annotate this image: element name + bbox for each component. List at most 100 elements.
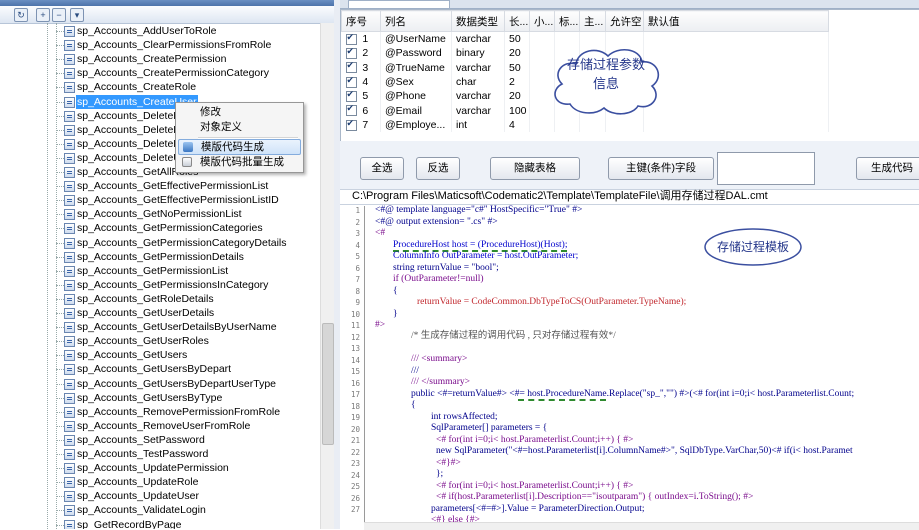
expand-icon[interactable]: + bbox=[36, 8, 50, 22]
table-row[interactable]: 7@Employe...int4 bbox=[341, 117, 829, 133]
menu-item-object-definition[interactable]: 对象定义 bbox=[178, 120, 299, 135]
hide-grid-button[interactable]: 隐藏表格 bbox=[490, 157, 580, 180]
row-cell: 7 bbox=[341, 118, 381, 133]
code-line: <# if(host.Parameterlist[i].Description=… bbox=[436, 492, 754, 502]
menu-item-label: 模版代码批量生成 bbox=[200, 156, 284, 168]
line-number: 3 bbox=[355, 229, 360, 238]
menu-item-batch-generate[interactable]: 模版代码批量生成 bbox=[178, 155, 299, 170]
code-line: <# for(int i=0;i< host.Parameterlist.Cou… bbox=[436, 435, 634, 445]
procedure-icon bbox=[64, 138, 75, 150]
procedure-icon bbox=[64, 167, 75, 178]
select-all-button[interactable]: 全选 bbox=[360, 157, 404, 180]
tree-item-label: sp_Accounts_GetUsersByDepartUserType bbox=[77, 377, 277, 390]
line-number: 12 bbox=[350, 332, 360, 342]
line-number: 4 bbox=[355, 240, 360, 250]
code-line: <#}#> bbox=[436, 458, 461, 468]
menu-item-edit[interactable]: 修改 bbox=[178, 105, 299, 120]
tree-item-label: sp_Accounts_RemoveUserFromRole bbox=[77, 419, 251, 432]
procedure-icon bbox=[64, 378, 75, 390]
row-checkbox[interactable] bbox=[345, 46, 357, 60]
fold-guide bbox=[364, 206, 365, 524]
cell-length: 50 bbox=[504, 31, 530, 47]
tree-item-label: sp_Accounts_GetUserRoles bbox=[77, 335, 209, 348]
tree-item-label: sp_Accounts_DeleteU bbox=[77, 151, 181, 164]
line-number: 9 bbox=[355, 298, 360, 307]
procedure-icon bbox=[64, 223, 75, 235]
generate-code-button[interactable]: 生成代码 bbox=[856, 157, 919, 180]
procedure-icon bbox=[64, 392, 75, 404]
tree-item-label: sp_Accounts_TestPassword bbox=[77, 448, 209, 460]
cell-name: @UserName bbox=[380, 31, 452, 47]
col-header[interactable]: 主... bbox=[579, 10, 606, 32]
key-field-button[interactable]: 主键(条件)字段 bbox=[608, 157, 714, 180]
cell-type: int bbox=[451, 117, 505, 133]
procedure-icon bbox=[64, 449, 75, 460]
tab-active[interactable] bbox=[348, 0, 450, 8]
code-line: ColumnInfo OutParameter = host.OutParame… bbox=[393, 251, 579, 261]
line-number: 6 bbox=[355, 263, 360, 273]
cell-length: 20 bbox=[504, 89, 530, 104]
tree-item-label: sp_Accounts_SetPassword bbox=[77, 433, 205, 446]
tree-item-label: sp_Accounts_RemovePermissionFromRole bbox=[77, 405, 281, 418]
cell-length: 100 bbox=[504, 103, 530, 118]
row-cell: 3 bbox=[341, 60, 381, 75]
line-number: 15 bbox=[350, 367, 360, 376]
error-underline bbox=[518, 399, 606, 401]
procedure-icon bbox=[64, 209, 75, 221]
procedure-icon bbox=[64, 322, 75, 334]
row-checkbox[interactable] bbox=[345, 60, 357, 74]
col-header[interactable]: 小... bbox=[529, 10, 555, 32]
cell-length: 2 bbox=[504, 74, 530, 90]
col-header[interactable]: 列名 bbox=[380, 10, 452, 32]
col-header[interactable]: 长... bbox=[504, 10, 530, 32]
row-cell: 4 bbox=[341, 75, 381, 90]
scroll-thumb[interactable] bbox=[322, 323, 334, 445]
col-header[interactable]: 序号 bbox=[341, 10, 381, 32]
col-header[interactable]: 标... bbox=[554, 10, 580, 32]
refresh-icon[interactable]: ↻ bbox=[14, 8, 28, 22]
row-checkbox[interactable] bbox=[345, 32, 357, 45]
collapse-icon[interactable]: − bbox=[52, 8, 66, 22]
line-number: 21 bbox=[350, 436, 360, 445]
row-cell: 5 bbox=[341, 89, 381, 104]
tree-item-label: sp_Accounts_GetUserDetails bbox=[77, 307, 215, 319]
invert-selection-button[interactable]: 反选 bbox=[416, 157, 460, 180]
code-line: parameters[<#=#>].Value = ParameterDirec… bbox=[431, 504, 645, 514]
cell-type: varchar bbox=[451, 103, 505, 118]
cell-name: @Sex bbox=[380, 74, 452, 90]
procedure-icon bbox=[64, 110, 75, 122]
tree-item-label: sp_Accounts_GetNoPermissionList bbox=[77, 208, 242, 221]
cell-length: 4 bbox=[504, 117, 530, 133]
code-line: new SqlParameter("<#=host.Parameterlist[… bbox=[436, 446, 853, 456]
col-header[interactable]: 数据类型 bbox=[451, 10, 505, 32]
tree-scrollbar[interactable] bbox=[320, 23, 334, 529]
col-header[interactable]: 默认值 bbox=[643, 10, 829, 32]
procedure-icon bbox=[64, 406, 75, 418]
row-checkbox[interactable] bbox=[345, 118, 357, 131]
line-number: 18 bbox=[350, 401, 360, 411]
code-line: /// bbox=[411, 366, 419, 376]
menu-item-label: 对象定义 bbox=[200, 121, 242, 133]
line-number: 10 bbox=[350, 309, 360, 319]
tree-item-label: sp_Accounts_GetPermissionDetails bbox=[77, 250, 244, 263]
filter-icon[interactable]: ▾ bbox=[70, 8, 84, 22]
key-field-input[interactable] bbox=[717, 152, 815, 185]
procedure-icon bbox=[64, 364, 75, 376]
row-checkbox[interactable] bbox=[345, 75, 357, 88]
line-number: 22 bbox=[350, 447, 360, 457]
code-line: /// </summary> bbox=[411, 377, 471, 387]
row-checkbox[interactable] bbox=[345, 89, 357, 103]
code-line: { bbox=[393, 286, 398, 296]
cloud-callout-text: 存储过程参数 信息 bbox=[556, 56, 656, 94]
procedure-icon bbox=[64, 477, 75, 489]
tree-item-label: sp_Accounts_UpdateRole bbox=[77, 476, 199, 489]
code-line: <#@ output extension= ".cs" #> bbox=[375, 217, 498, 227]
tree-item-label: sp_Accounts_DeleteR bbox=[77, 137, 181, 150]
line-number: 17 bbox=[350, 390, 360, 399]
table-header: 序号 列名 数据类型 长... 小... 标... 主... 允许空 默认值 bbox=[341, 10, 829, 32]
row-checkbox[interactable] bbox=[345, 103, 357, 117]
code-line: string returnValue = "bool"; bbox=[393, 263, 499, 273]
cloud-text-line: 存储过程参数 bbox=[566, 58, 645, 73]
menu-item-template-generate[interactable]: 模版代码生成 bbox=[178, 139, 301, 155]
col-header[interactable]: 允许空 bbox=[605, 10, 644, 32]
